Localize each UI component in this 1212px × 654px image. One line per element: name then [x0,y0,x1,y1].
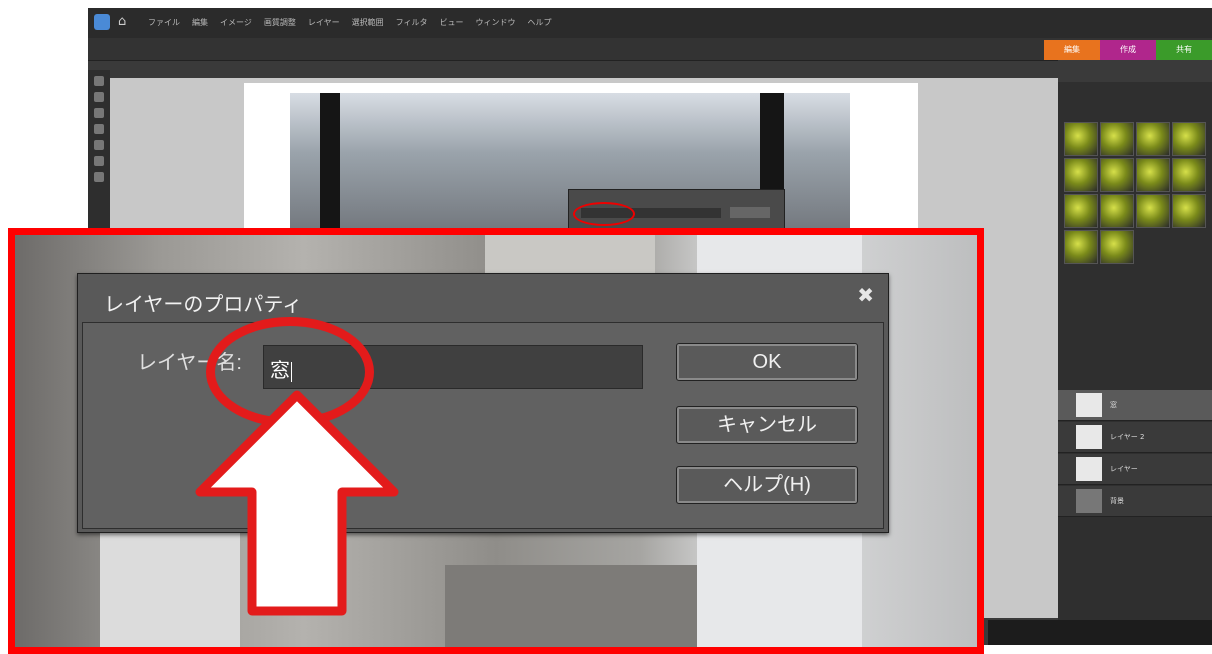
effect-thumbnail[interactable] [1100,158,1134,192]
menu-list: ファイル 編集 イメージ 画質調整 レイヤー 選択範囲 フィルタ ビュー ウィン… [148,17,551,28]
layer-thumbnail [1076,489,1102,513]
move-tool-icon[interactable] [94,76,104,86]
menu-edit[interactable]: 編集 [192,17,208,28]
effect-thumbnail[interactable] [1136,158,1170,192]
effect-thumbnail[interactable] [1136,122,1170,156]
layer-name: レイヤー 2 [1110,433,1145,441]
eyedropper-tool-icon[interactable] [94,124,104,134]
layer-row[interactable]: 窓 [1058,390,1212,421]
menu-adjust[interactable]: 画質調整 [264,17,296,28]
tab-create[interactable]: 作成 [1100,40,1156,60]
layer-thumbnail [1076,425,1102,449]
marquee-tool-icon[interactable] [94,140,104,150]
effect-thumbnail[interactable] [1064,158,1098,192]
toolbox [88,70,110,230]
effect-thumbnail[interactable] [1100,194,1134,228]
layers-panel: 窓 レイヤー 2 レイヤー 背景 [1058,358,1212,588]
dialog-title: レイヤーのプロパティ [104,294,303,316]
layer-name: 窓 [1110,401,1117,409]
effect-thumbnail[interactable] [1100,230,1134,264]
mini-highlight-circle [573,202,635,226]
window-frame-left [320,93,340,243]
effect-thumbnail[interactable] [1136,194,1170,228]
menu-bar: ⌂ ファイル 編集 イメージ 画質調整 レイヤー 選択範囲 フィルタ ビュー ウ… [88,8,1212,38]
layer-row[interactable]: レイヤー 2 [1058,422,1212,453]
mini-ok-button [730,207,770,218]
help-button[interactable]: ヘルプ(H) [676,466,858,504]
brush-tool-icon[interactable] [94,172,104,182]
menu-file[interactable]: ファイル [148,17,180,28]
zoom-callout: レイヤーのプロパティ ✖ レイヤー名: 窓 OK キャンセル ヘルプ(H) [8,228,984,654]
right-panel: 窓 レイヤー 2 レイヤー 背景 [1058,60,1212,640]
menu-help[interactable]: ヘルプ [527,17,551,28]
effect-thumbnail[interactable] [1172,122,1206,156]
layer-name: 背景 [1110,497,1124,505]
menu-window[interactable]: ウィンドウ [475,17,515,28]
menu-view[interactable]: ビュー [439,17,463,28]
effect-thumbnail[interactable] [1172,158,1206,192]
effect-thumbnail[interactable] [1172,194,1206,228]
building-bottom-center [445,565,705,647]
taskbar [988,620,1212,645]
mode-tabs: 編集 作成 共有 [1044,40,1212,60]
up-arrow-icon [195,390,399,616]
layer-thumbnail [1076,457,1102,481]
menu-layer[interactable]: レイヤー [308,17,340,28]
menu-image[interactable]: イメージ [220,17,252,28]
tab-edit[interactable]: 編集 [1044,40,1100,60]
app-logo-icon [94,14,110,30]
tab-share[interactable]: 共有 [1156,40,1212,60]
panel-tabs [1058,60,1212,82]
zoom-tool-icon[interactable] [94,92,104,102]
cancel-button[interactable]: キャンセル [676,406,858,444]
layer-row[interactable]: 背景 [1058,486,1212,517]
close-icon[interactable]: ✖ [857,284,874,306]
menu-filter[interactable]: フィルタ [396,17,428,28]
hand-tool-icon[interactable] [94,108,104,118]
effect-thumbnail[interactable] [1064,122,1098,156]
menu-select[interactable]: 選択範囲 [352,17,384,28]
layer-name: レイヤー [1110,465,1138,473]
effect-thumbnail[interactable] [1100,122,1134,156]
layer-thumbnail [1076,393,1102,417]
home-icon[interactable]: ⌂ [118,14,126,29]
effect-thumbnail[interactable] [1064,194,1098,228]
lasso-tool-icon[interactable] [94,156,104,166]
effect-thumbnail[interactable] [1064,230,1098,264]
layer-row[interactable]: レイヤー [1058,454,1212,485]
ok-button[interactable]: OK [676,343,858,381]
